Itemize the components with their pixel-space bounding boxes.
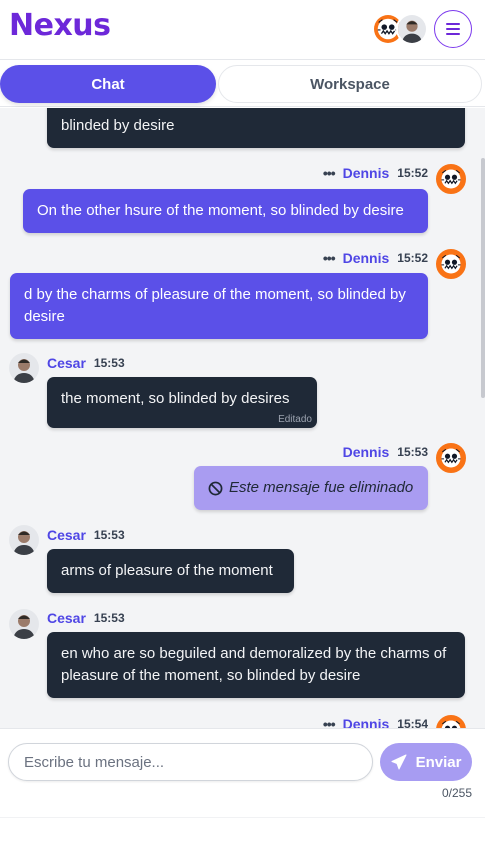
message-time: 15:53 [397, 445, 428, 459]
avatar-dennis[interactable] [436, 249, 466, 279]
message-meta: Cesar 15:53 [47, 354, 125, 372]
app-header: Nexus [0, 0, 485, 60]
menu-button[interactable] [434, 10, 472, 48]
message-author[interactable]: Cesar [47, 527, 86, 543]
view-tabs: Chat Workspace [0, 63, 485, 107]
message-text: the moment, so blinded by desires [61, 390, 290, 407]
hamburger-menu-icon [446, 23, 460, 35]
avatar-cesar[interactable] [9, 609, 39, 639]
message-author[interactable]: Dennis [343, 444, 390, 460]
message-time: 15:53 [93, 611, 125, 625]
chat-messages[interactable]: blinded by desire ••• Dennis 15:52 On th… [0, 108, 485, 728]
avatar-cesar[interactable] [9, 525, 39, 555]
message-author[interactable]: Dennis [343, 165, 390, 181]
send-button[interactable]: Enviar [380, 743, 472, 781]
message-bubble[interactable]: en who are so beguiled and demoralized b… [47, 632, 465, 698]
message-meta: Cesar 15:53 [47, 526, 125, 544]
message-text: d by the charms of pleasure of the momen… [24, 286, 406, 325]
message-bubble[interactable]: arms of pleasure of the moment [47, 549, 294, 593]
send-icon [391, 754, 407, 770]
message-author[interactable]: Cesar [47, 610, 86, 626]
avatar-dennis[interactable] [436, 443, 466, 473]
message-author[interactable]: Cesar [47, 355, 86, 371]
message-author[interactable]: Dennis [343, 250, 390, 266]
message-composer: Enviar 0/255 [0, 728, 485, 855]
message-text: en who are so beguiled and demoralized b… [61, 645, 447, 684]
message-meta: ••• Dennis 15:54 [323, 715, 428, 728]
participants-avatars[interactable] [372, 13, 430, 45]
message-text: blinded by desire [61, 117, 175, 134]
message-bubble[interactable]: the moment, so blinded by desires Editad… [47, 377, 317, 428]
message-options-button[interactable]: ••• [323, 716, 336, 728]
divider [0, 817, 485, 818]
message-bubble[interactable]: d by the charms of pleasure of the momen… [10, 273, 428, 339]
avatar-cesar[interactable] [9, 353, 39, 383]
app-logo[interactable]: Nexus [9, 8, 111, 43]
character-counter: 0/255 [441, 786, 472, 800]
message-time: 15:53 [93, 528, 125, 542]
message-options-button[interactable]: ••• [323, 165, 336, 181]
message-input[interactable] [8, 743, 373, 781]
participant-avatar-cesar[interactable] [396, 13, 428, 45]
tab-workspace[interactable]: Workspace [218, 65, 482, 103]
message-bubble[interactable]: blinded by desire [47, 108, 465, 148]
chat-scrollbar[interactable] [481, 158, 485, 398]
message-time: 15:52 [397, 251, 428, 265]
message-time: 15:54 [397, 717, 428, 728]
message-options-button[interactable]: ••• [323, 250, 336, 266]
deleted-message-bubble[interactable]: Este mensaje fue eliminado [194, 466, 428, 510]
message-meta: Cesar 15:53 [47, 609, 125, 627]
message-time: 15:52 [397, 166, 428, 180]
avatar-dennis[interactable] [436, 164, 466, 194]
message-author[interactable]: Dennis [343, 716, 390, 728]
edited-label: Editado [278, 414, 312, 425]
message-bubble[interactable]: On the other hsure of the moment, so bli… [23, 189, 428, 233]
ban-icon [208, 481, 223, 495]
message-time: 15:53 [93, 356, 125, 370]
send-button-label: Enviar [415, 753, 462, 771]
message-meta: ••• Dennis 15:52 [323, 164, 428, 182]
message-text: On the other hsure of the moment, so bli… [37, 202, 404, 219]
avatar-dennis[interactable] [436, 715, 466, 728]
message-meta: Dennis 15:53 [343, 443, 428, 461]
message-text: Este mensaje fue eliminado [229, 479, 414, 496]
message-text: arms of pleasure of the moment [61, 562, 273, 579]
tab-chat[interactable]: Chat [0, 65, 216, 103]
message-meta: ••• Dennis 15:52 [323, 249, 428, 267]
